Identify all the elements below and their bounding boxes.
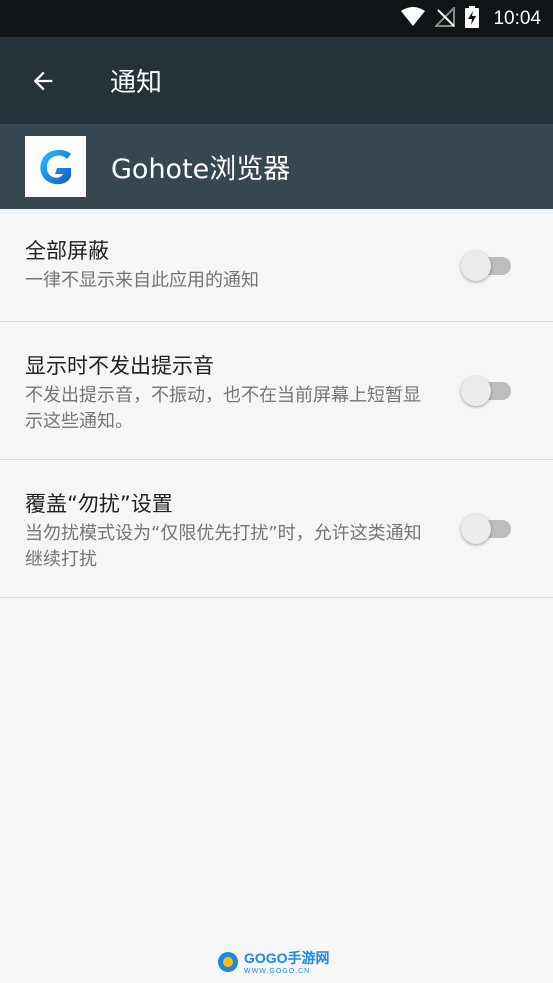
setting-summary: 当勿扰模式设为“仅限优先打扰”时，允许这类通知继续打扰	[25, 523, 422, 570]
block-all-toggle[interactable]	[461, 249, 513, 281]
back-button[interactable]	[23, 61, 63, 101]
setting-title: 覆盖“勿扰”设置	[25, 492, 173, 516]
setting-block-all[interactable]: 全部屏蔽 一律不显示来自此应用的通知	[0, 209, 553, 322]
toggle-thumb	[461, 251, 491, 281]
toggle-thumb	[461, 376, 491, 406]
gogo-logo-icon	[218, 951, 238, 972]
arrow-back-icon	[33, 71, 53, 90]
watermark: GOGO手游网 WWW.GOGO.CN	[216, 948, 330, 975]
wifi-icon	[401, 6, 426, 31]
toggle-thumb	[461, 514, 491, 544]
setting-title: 显示时不发出提示音	[25, 354, 214, 378]
battery-charging-icon	[465, 5, 480, 32]
app-icon	[25, 136, 86, 197]
setting-summary: 一律不显示来自此应用的通知	[25, 270, 259, 291]
app-header: Gohote浏览器	[0, 124, 553, 209]
silent-toggle[interactable]	[461, 374, 513, 406]
no-signal-icon	[434, 5, 456, 31]
page-title: 通知	[110, 68, 163, 98]
settings-list: 全部屏蔽 一律不显示来自此应用的通知 显示时不发出提示音 不发出提示音，不振动，…	[0, 209, 553, 598]
app-bar: 通知	[0, 37, 553, 124]
setting-silent[interactable]: 显示时不发出提示音 不发出提示音，不振动，也不在当前屏幕上短暂显示这些通知。	[0, 322, 553, 460]
app-name: Gohote浏览器	[111, 154, 291, 185]
setting-summary: 不发出提示音，不振动，也不在当前屏幕上短暂显示这些通知。	[25, 385, 421, 432]
status-time: 10:04	[493, 7, 541, 29]
status-bar: 10:04	[0, 0, 553, 37]
watermark-text: GOGO手游网	[244, 950, 330, 966]
watermark-url: WWW.GOGO.CN	[244, 968, 311, 975]
setting-override-dnd[interactable]: 覆盖“勿扰”设置 当勿扰模式设为“仅限优先打扰”时，允许这类通知继续打扰	[0, 460, 553, 598]
setting-title: 全部屏蔽	[25, 239, 109, 263]
override-dnd-toggle[interactable]	[461, 512, 513, 544]
gohote-logo-icon	[39, 149, 71, 184]
